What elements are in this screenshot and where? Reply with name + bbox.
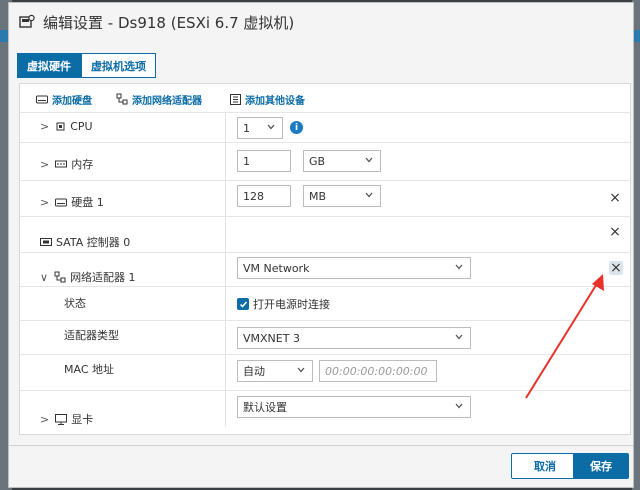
sata-row: SATA 控制器 0 × bbox=[20, 216, 630, 252]
adapter-type-row: 适配器类型 VMXNET 3 bbox=[20, 320, 630, 354]
sata-controller-icon bbox=[40, 237, 52, 247]
dialog-titlebar: 编辑设置 - Ds918 (ESXi 6.7 虚拟机) bbox=[9, 3, 633, 41]
cpu-label[interactable]: > CPU bbox=[40, 120, 93, 133]
dialog-title: 编辑设置 - Ds918 (ESXi 6.7 虚拟机) bbox=[43, 13, 295, 32]
chevron-down-icon bbox=[455, 334, 463, 340]
add-other-device-button[interactable]: 添加其他设备 bbox=[230, 92, 305, 107]
network-status-row: 状态 打开电源时连接 bbox=[20, 286, 630, 320]
chevron-right-icon: > bbox=[40, 195, 50, 209]
status-label: 状态 bbox=[64, 297, 86, 310]
chevron-down-icon bbox=[455, 264, 463, 270]
display-label[interactable]: > 显卡 bbox=[40, 411, 93, 427]
remove-network-adapter-button[interactable]: × bbox=[609, 260, 623, 276]
add-network-adapter-button[interactable]: 添加网络适配器 bbox=[116, 92, 202, 107]
chevron-down-icon bbox=[365, 192, 373, 198]
chevron-down-icon bbox=[267, 124, 275, 130]
chevron-down-icon: ∨ bbox=[40, 270, 49, 284]
chevron-down-icon bbox=[297, 367, 305, 373]
display-row: > 显卡 默认设置 bbox=[20, 390, 630, 426]
tab-bar: 虚拟硬件 虚拟机选项 bbox=[17, 53, 156, 78]
cpu-count-select[interactable]: 1 bbox=[237, 117, 283, 139]
network-adapter-row: ∨ 网络适配器 1 VM Network × bbox=[20, 252, 630, 286]
disk-label[interactable]: > 硬盘 1 bbox=[40, 194, 104, 210]
memory-row: > 内存 1 GB bbox=[20, 142, 630, 180]
footer-divider bbox=[9, 445, 633, 446]
edit-settings-dialog: 编辑设置 - Ds918 (ESXi 6.7 虚拟机) 虚拟硬件 虚拟机选项 添… bbox=[8, 2, 634, 488]
display-icon bbox=[55, 413, 68, 425]
hardware-panel: 添加硬盘 添加网络适配器 添加其他设备 > CPU 1 i > 内存 1 GB … bbox=[19, 83, 631, 435]
add-disk-button[interactable]: 添加硬盘 bbox=[36, 92, 92, 107]
chevron-down-icon bbox=[365, 157, 373, 163]
memory-size-input[interactable]: 1 bbox=[237, 150, 291, 172]
mac-address-input[interactable]: 00:00:00:00:00:00 bbox=[319, 360, 437, 382]
disk-unit-select[interactable]: MB bbox=[303, 185, 381, 207]
remove-disk-button[interactable]: × bbox=[608, 190, 622, 206]
remove-sata-button[interactable]: × bbox=[608, 224, 622, 240]
mac-mode-select[interactable]: 自动 bbox=[237, 360, 313, 382]
memory-unit-select[interactable]: GB bbox=[303, 150, 381, 172]
connect-at-power-on-checkbox[interactable]: 打开电源时连接 bbox=[237, 296, 330, 312]
add-network-adapter-label: 添加网络适配器 bbox=[132, 95, 202, 107]
add-other-device-label: 添加其他设备 bbox=[245, 95, 305, 107]
cpu-row: > CPU 1 i bbox=[20, 112, 630, 142]
adapter-type-label: 适配器类型 bbox=[64, 329, 119, 342]
chevron-right-icon: > bbox=[40, 120, 50, 133]
network-adapter-label[interactable]: ∨ 网络适配器 1 bbox=[40, 269, 136, 285]
adapter-type-select[interactable]: VMXNET 3 bbox=[237, 327, 471, 349]
network-adapter-icon bbox=[116, 93, 128, 105]
disk-icon bbox=[36, 95, 48, 104]
memory-label[interactable]: > 内存 bbox=[40, 156, 93, 172]
disk-size-input[interactable]: 128 bbox=[237, 185, 291, 207]
cpu-icon bbox=[55, 121, 66, 132]
save-button[interactable]: 保存 bbox=[573, 453, 629, 479]
tab-vm-options[interactable]: 虚拟机选项 bbox=[81, 53, 156, 78]
mac-address-label: MAC 地址 bbox=[64, 363, 114, 376]
memory-icon bbox=[55, 160, 68, 169]
cancel-button[interactable]: 取消 bbox=[511, 453, 579, 479]
chevron-right-icon: > bbox=[40, 157, 50, 171]
add-disk-label: 添加硬盘 bbox=[52, 95, 92, 107]
mac-address-row: MAC 地址 自动 00:00:00:00:00:00 bbox=[20, 354, 630, 390]
sata-label: SATA 控制器 0 bbox=[40, 234, 130, 250]
chevron-down-icon bbox=[455, 403, 463, 409]
background-accent bbox=[0, 30, 8, 42]
hardware-toolbar: 添加硬盘 添加网络适配器 添加其他设备 bbox=[20, 84, 630, 114]
device-icon bbox=[230, 93, 241, 105]
chevron-right-icon: > bbox=[40, 412, 50, 426]
info-icon[interactable]: i bbox=[290, 121, 303, 134]
network-adapter-icon bbox=[54, 271, 66, 283]
checkmark-icon bbox=[237, 298, 249, 310]
disk-row: > 硬盘 1 128 MB × bbox=[20, 180, 630, 216]
network-select[interactable]: VM Network bbox=[237, 257, 471, 279]
disk-icon bbox=[55, 197, 68, 207]
display-select[interactable]: 默认设置 bbox=[237, 396, 471, 418]
tab-virtual-hardware[interactable]: 虚拟硬件 bbox=[17, 53, 81, 78]
vm-settings-icon bbox=[19, 14, 35, 28]
